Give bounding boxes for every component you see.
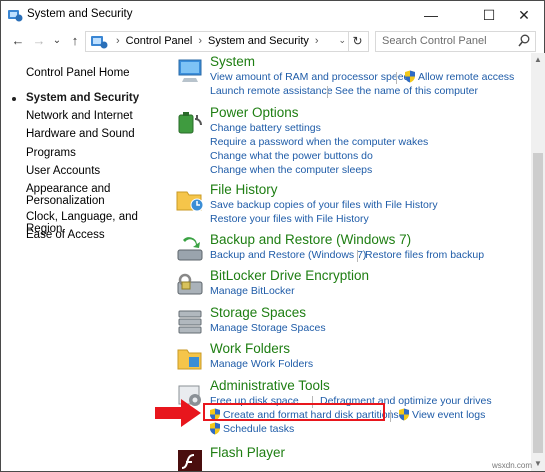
link-separator [396, 72, 397, 84]
up-button[interactable]: ↑ [67, 32, 83, 50]
breadcrumb-separator: › [116, 35, 120, 47]
scroll-thumb[interactable] [533, 153, 543, 453]
battery-plug-icon [178, 112, 202, 134]
computer-monitor-icon [178, 59, 202, 82]
sidebar-item-control-panel-home[interactable]: Control Panel Home [26, 67, 130, 79]
control-panel-window: System and Security — ☐ ✕ ← → ⌄ ↑ › Cont… [0, 0, 545, 472]
breadcrumb-separator[interactable]: › [198, 35, 202, 47]
close-button[interactable]: ✕ [501, 1, 545, 29]
back-button[interactable]: ← [10, 32, 26, 50]
chevron-down-icon[interactable]: ⌄ [338, 35, 346, 46]
link-see-computer-name[interactable]: See the name of this computer [335, 85, 478, 97]
sidebar-item-user-accounts[interactable]: User Accounts [26, 165, 100, 177]
link-manage-work-folders[interactable]: Manage Work Folders [210, 358, 313, 370]
link-save-backup-copies[interactable]: Save backup copies of your files with Fi… [210, 199, 438, 211]
category-title-power-options[interactable]: Power Options [210, 105, 299, 120]
red-arrow-icon [155, 399, 201, 427]
highlight-box [203, 403, 385, 421]
category-title-file-history[interactable]: File History [210, 182, 278, 197]
address-bar[interactable]: › Control Panel › System and Security › … [85, 31, 369, 52]
link-change-sleep[interactable]: Change when the computer sleeps [210, 164, 372, 176]
uac-shield-icon [399, 408, 409, 421]
breadcrumb: › Control Panel › System and Security › [116, 35, 319, 47]
link-restore-files-file-history[interactable]: Restore your files with File History [210, 213, 369, 225]
forward-button[interactable]: → [31, 32, 47, 50]
link-view-event-logs[interactable]: View event logs [412, 409, 485, 421]
backup-drive-icon [177, 237, 203, 261]
category-title-bitlocker[interactable]: BitLocker Drive Encryption [210, 268, 369, 283]
control-panel-icon [8, 10, 23, 22]
sidebar-item-appearance-and-personalization[interactable]: Appearance and Personalization [26, 183, 116, 207]
search-placeholder: Search Control Panel [382, 35, 487, 47]
address-row: ← → ⌄ ↑ › Control Panel › System and Sec… [1, 29, 544, 53]
link-separator [390, 410, 391, 422]
watermark: wsxdn.com [492, 461, 533, 470]
link-require-password-wake[interactable]: Require a password when the computer wak… [210, 136, 428, 148]
scroll-down-button[interactable]: ▼ [531, 457, 545, 471]
link-backup-restore-windows7[interactable]: Backup and Restore (Windows 7) [210, 249, 366, 261]
work-folders-icon [177, 349, 202, 370]
vertical-scrollbar[interactable]: ▲ ▼ [531, 53, 545, 471]
link-manage-bitlocker[interactable]: Manage BitLocker [210, 285, 295, 297]
link-schedule-tasks[interactable]: Schedule tasks [223, 423, 294, 435]
current-item-bullet [12, 97, 16, 101]
sidebar-item-system-and-security[interactable]: System and Security [26, 92, 139, 104]
breadcrumb-separator[interactable]: › [315, 35, 319, 47]
breadcrumb-control-panel[interactable]: Control Panel [126, 35, 193, 47]
sidebar-item-network-and-internet[interactable]: Network and Internet [26, 110, 133, 122]
sidebar-item-hardware-and-sound[interactable]: Hardware and Sound [26, 128, 135, 140]
search-icon [518, 34, 530, 47]
link-allow-remote-access[interactable]: Allow remote access [418, 71, 514, 83]
title-bar: System and Security — ☐ ✕ [1, 1, 544, 29]
window-title: System and Security [27, 8, 133, 20]
category-title-backup-restore[interactable]: Backup and Restore (Windows 7) [210, 232, 411, 247]
link-change-power-buttons[interactable]: Change what the power buttons do [210, 150, 373, 162]
sidebar-item-ease-of-access[interactable]: Ease of Access [26, 229, 105, 241]
refresh-button[interactable]: ↻ [348, 32, 366, 51]
flash-player-icon [178, 450, 202, 471]
uac-shield-icon [405, 70, 415, 83]
link-restore-files-from-backup[interactable]: Restore files from backup [365, 249, 484, 261]
bitlocker-drive-icon [177, 273, 203, 295]
folder-clock-icon [176, 191, 204, 212]
link-change-battery-settings[interactable]: Change battery settings [210, 122, 321, 134]
category-title-flash-player[interactable]: Flash Player [210, 445, 285, 460]
link-manage-storage-spaces[interactable]: Manage Storage Spaces [210, 322, 326, 334]
link-separator [357, 250, 358, 262]
sidebar-item-programs[interactable]: Programs [26, 147, 76, 159]
search-input[interactable]: Search Control Panel [375, 31, 536, 52]
minimize-button[interactable]: — [408, 1, 454, 29]
uac-shield-icon [210, 422, 220, 435]
category-title-storage-spaces[interactable]: Storage Spaces [210, 305, 306, 320]
storage-spaces-icon [178, 310, 202, 334]
link-separator [327, 86, 328, 98]
control-panel-icon [91, 36, 108, 49]
category-title-work-folders[interactable]: Work Folders [210, 341, 290, 356]
link-view-ram-processor[interactable]: View amount of RAM and processor speed [210, 71, 409, 83]
category-title-system[interactable]: System [210, 54, 255, 69]
left-navigation-pane: Control Panel Home System and Security N… [1, 57, 161, 467]
link-launch-remote-assistance[interactable]: Launch remote assistance [210, 85, 333, 97]
scroll-up-button[interactable]: ▲ [531, 53, 545, 67]
recent-locations-button[interactable]: ⌄ [49, 32, 65, 50]
breadcrumb-system-and-security[interactable]: System and Security [208, 35, 309, 47]
category-title-administrative-tools[interactable]: Administrative Tools [210, 378, 330, 393]
